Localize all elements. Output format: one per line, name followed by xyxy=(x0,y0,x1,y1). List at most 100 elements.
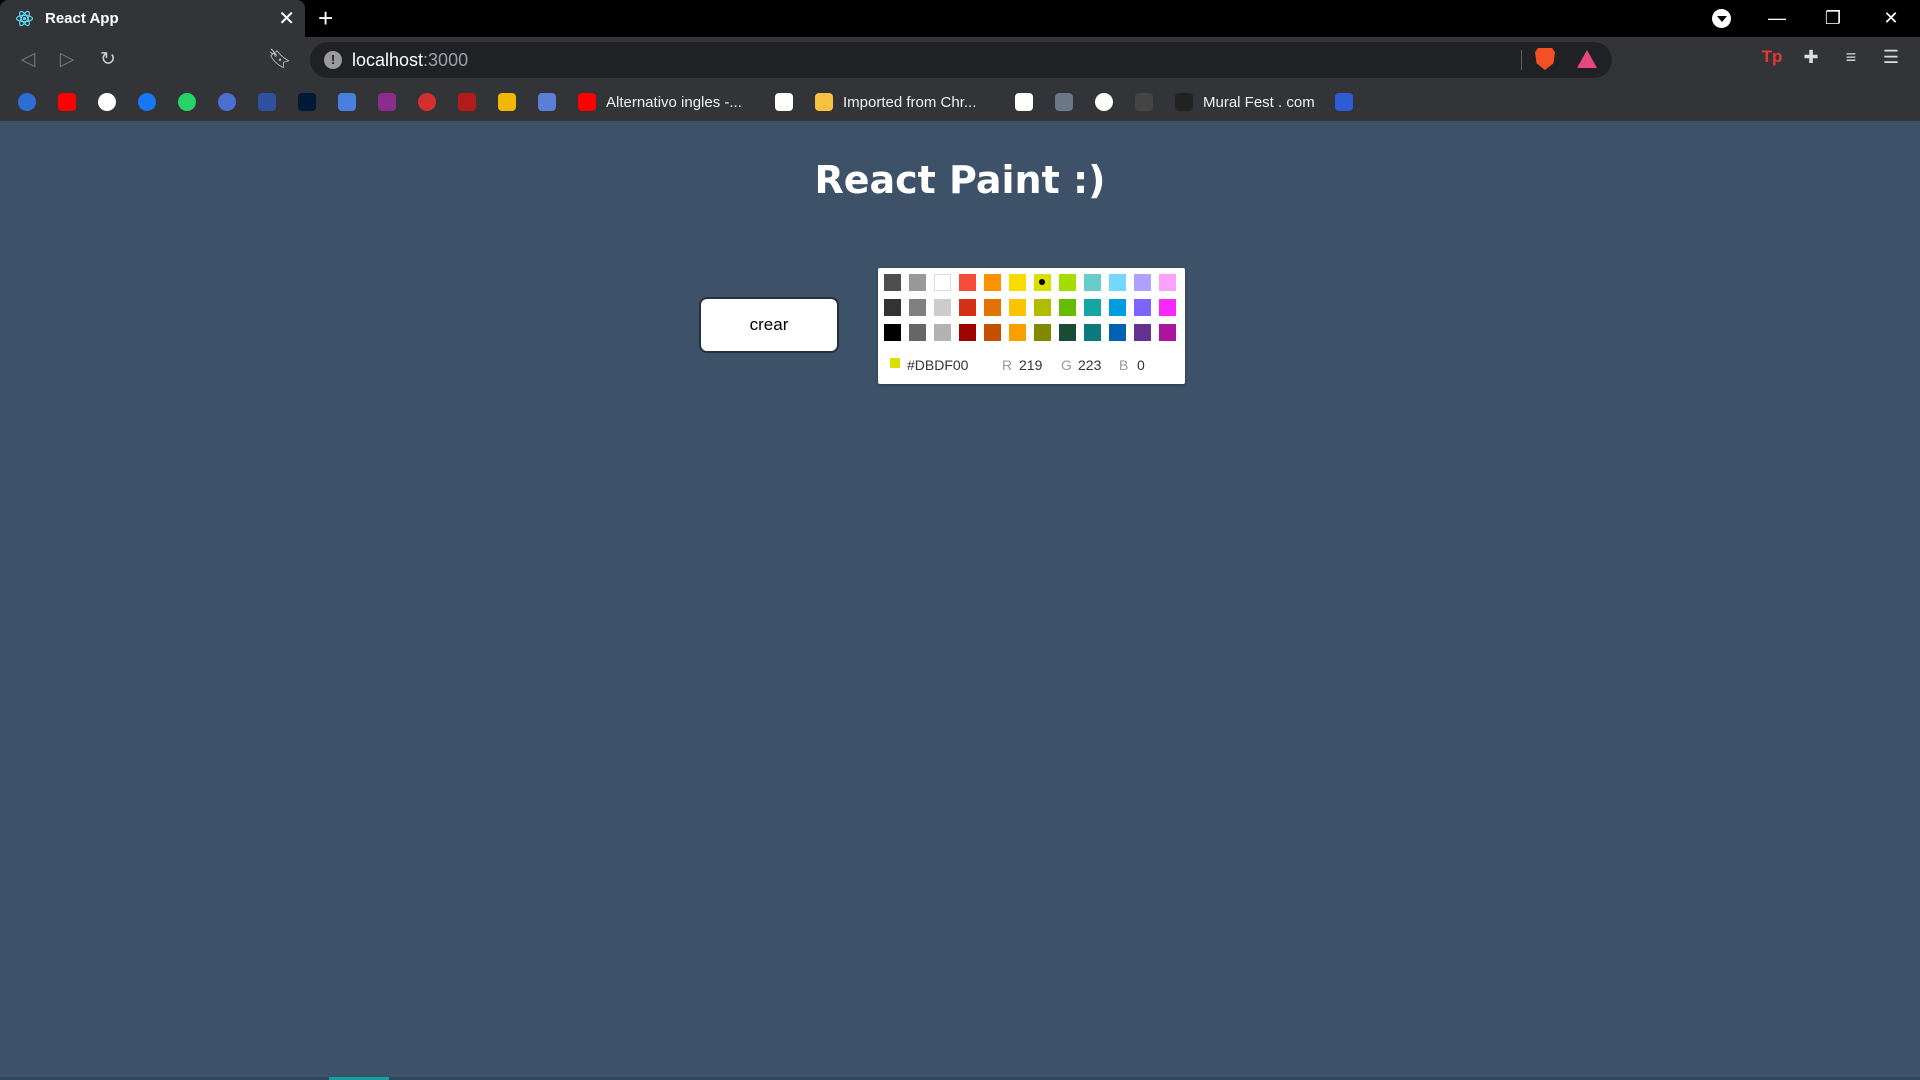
bookmark-item[interactable] xyxy=(18,92,36,112)
copyleaks-icon xyxy=(18,93,36,111)
art-icon xyxy=(1055,93,1073,111)
color-swatch[interactable] xyxy=(1009,274,1026,291)
bookmark-item[interactable] xyxy=(138,92,156,112)
color-swatch[interactable] xyxy=(1084,299,1101,316)
close-window-icon[interactable]: ✕ xyxy=(1868,0,1914,37)
myanimelist-icon xyxy=(258,93,276,111)
react-icon xyxy=(15,10,34,27)
m-icon xyxy=(1135,93,1153,111)
bookmark-item[interactable] xyxy=(338,92,356,112)
bookmark-item[interactable] xyxy=(58,92,76,112)
url-port: :3000 xyxy=(423,50,469,70)
media-playlist-icon[interactable]: ≡ xyxy=(1838,47,1864,68)
back-icon[interactable]: ◁ xyxy=(16,48,40,72)
site-info-icon[interactable]: ! xyxy=(324,51,342,69)
bookmark-item[interactable] xyxy=(258,92,276,112)
folder-icon xyxy=(815,93,833,111)
color-swatch[interactable] xyxy=(1059,299,1076,316)
reader-icon xyxy=(1015,93,1033,111)
color-swatch[interactable] xyxy=(1134,299,1151,316)
bookmark-item[interactable] xyxy=(775,92,793,112)
color-swatch[interactable] xyxy=(1034,274,1051,291)
color-swatch[interactable] xyxy=(1159,274,1176,291)
brave-rewards-icon[interactable] xyxy=(1577,50,1597,68)
color-swatch[interactable] xyxy=(959,324,976,341)
color-swatch[interactable] xyxy=(984,274,1001,291)
bookmark-item[interactable] xyxy=(1095,92,1113,112)
bookmark-item[interactable] xyxy=(1015,92,1033,112)
bookmark-item[interactable]: Mural Fest . com xyxy=(1175,92,1315,112)
color-swatch[interactable] xyxy=(1059,274,1076,291)
tab-react-app[interactable]: React App ✕ xyxy=(0,0,305,37)
url-text: localhost:3000 xyxy=(352,50,468,71)
color-swatch[interactable] xyxy=(934,274,951,291)
close-tab-icon[interactable]: ✕ xyxy=(278,6,295,31)
address-bar[interactable]: ! localhost:3000 xyxy=(310,42,1612,78)
google-icon xyxy=(98,93,116,111)
brave-shields-icon[interactable] xyxy=(1535,48,1555,70)
color-swatch[interactable] xyxy=(1134,324,1151,341)
whatsapp-icon xyxy=(178,93,196,111)
color-swatch[interactable] xyxy=(1084,324,1101,341)
color-swatch[interactable] xyxy=(959,299,976,316)
url-host: localhost xyxy=(352,50,424,70)
color-swatch[interactable] xyxy=(884,324,901,341)
bookmark-item[interactable]: Alternativo ingles -... xyxy=(578,92,742,112)
bookmark-item[interactable] xyxy=(498,92,516,112)
color-swatch[interactable] xyxy=(909,274,926,291)
new-tab-icon[interactable]: + xyxy=(318,3,333,34)
bookmark-item[interactable] xyxy=(178,92,196,112)
color-swatch[interactable] xyxy=(1009,299,1026,316)
color-swatch[interactable] xyxy=(1059,324,1076,341)
color-swatch[interactable] xyxy=(1009,324,1026,341)
bookmark-item[interactable] xyxy=(378,92,396,112)
color-swatch[interactable] xyxy=(1159,324,1176,341)
color-swatch[interactable] xyxy=(909,324,926,341)
color-swatch[interactable] xyxy=(934,299,951,316)
youtube-icon xyxy=(578,93,596,111)
color-swatch[interactable] xyxy=(1034,324,1051,341)
youtube-icon xyxy=(58,93,76,111)
b-value[interactable]: 0 xyxy=(1137,357,1145,373)
page-title: React Paint :) xyxy=(814,158,1106,202)
bookmark-item[interactable] xyxy=(98,92,116,112)
bookmark-item[interactable] xyxy=(1335,92,1353,112)
color-swatch[interactable] xyxy=(1109,274,1126,291)
bookmark-item[interactable] xyxy=(418,92,436,112)
reload-icon[interactable]: ↻ xyxy=(96,48,120,72)
bookmark-item[interactable] xyxy=(538,92,556,112)
color-swatch[interactable] xyxy=(1159,299,1176,316)
bookmark-item[interactable] xyxy=(218,92,236,112)
extensions-puzzle-icon[interactable]: ✚ xyxy=(1798,47,1824,68)
bookmark-item[interactable] xyxy=(458,92,476,112)
menu-icon[interactable]: ☰ xyxy=(1878,47,1904,68)
minimize-icon[interactable]: — xyxy=(1754,0,1800,37)
restore-icon[interactable]: ❐ xyxy=(1810,0,1856,37)
forward-icon[interactable]: ▷ xyxy=(55,48,79,72)
color-swatch[interactable] xyxy=(1109,299,1126,316)
color-swatch[interactable] xyxy=(934,324,951,341)
bookmark-item[interactable] xyxy=(1055,92,1073,112)
bookmarks-bar: Alternativo ingles -... Imported from Chr… xyxy=(0,83,1920,121)
bookmark-item[interactable] xyxy=(298,92,316,112)
crear-button[interactable]: crear xyxy=(699,297,839,353)
color-swatch[interactable] xyxy=(984,299,1001,316)
r-value[interactable]: 219 xyxy=(1019,357,1042,373)
bookmark-item[interactable]: Imported from Chr... xyxy=(815,92,976,112)
bookmark-icon[interactable]: 🔖︎ xyxy=(268,48,292,72)
color-swatch[interactable] xyxy=(909,299,926,316)
messenger-icon xyxy=(218,93,236,111)
color-swatch[interactable] xyxy=(1034,299,1051,316)
translate-extension-icon[interactable]: Tp xyxy=(1759,47,1785,67)
hex-value[interactable]: #DBDF00 xyxy=(907,357,968,373)
color-swatch[interactable] xyxy=(884,299,901,316)
color-swatch[interactable] xyxy=(1109,324,1126,341)
color-swatch[interactable] xyxy=(959,274,976,291)
color-swatch[interactable] xyxy=(984,324,1001,341)
color-swatch[interactable] xyxy=(884,274,901,291)
color-swatch[interactable] xyxy=(1084,274,1101,291)
g-value[interactable]: 223 xyxy=(1078,357,1101,373)
tab-search-dropdown-icon[interactable] xyxy=(1712,9,1731,28)
color-swatch[interactable] xyxy=(1134,274,1151,291)
bookmark-item[interactable] xyxy=(1135,92,1153,112)
